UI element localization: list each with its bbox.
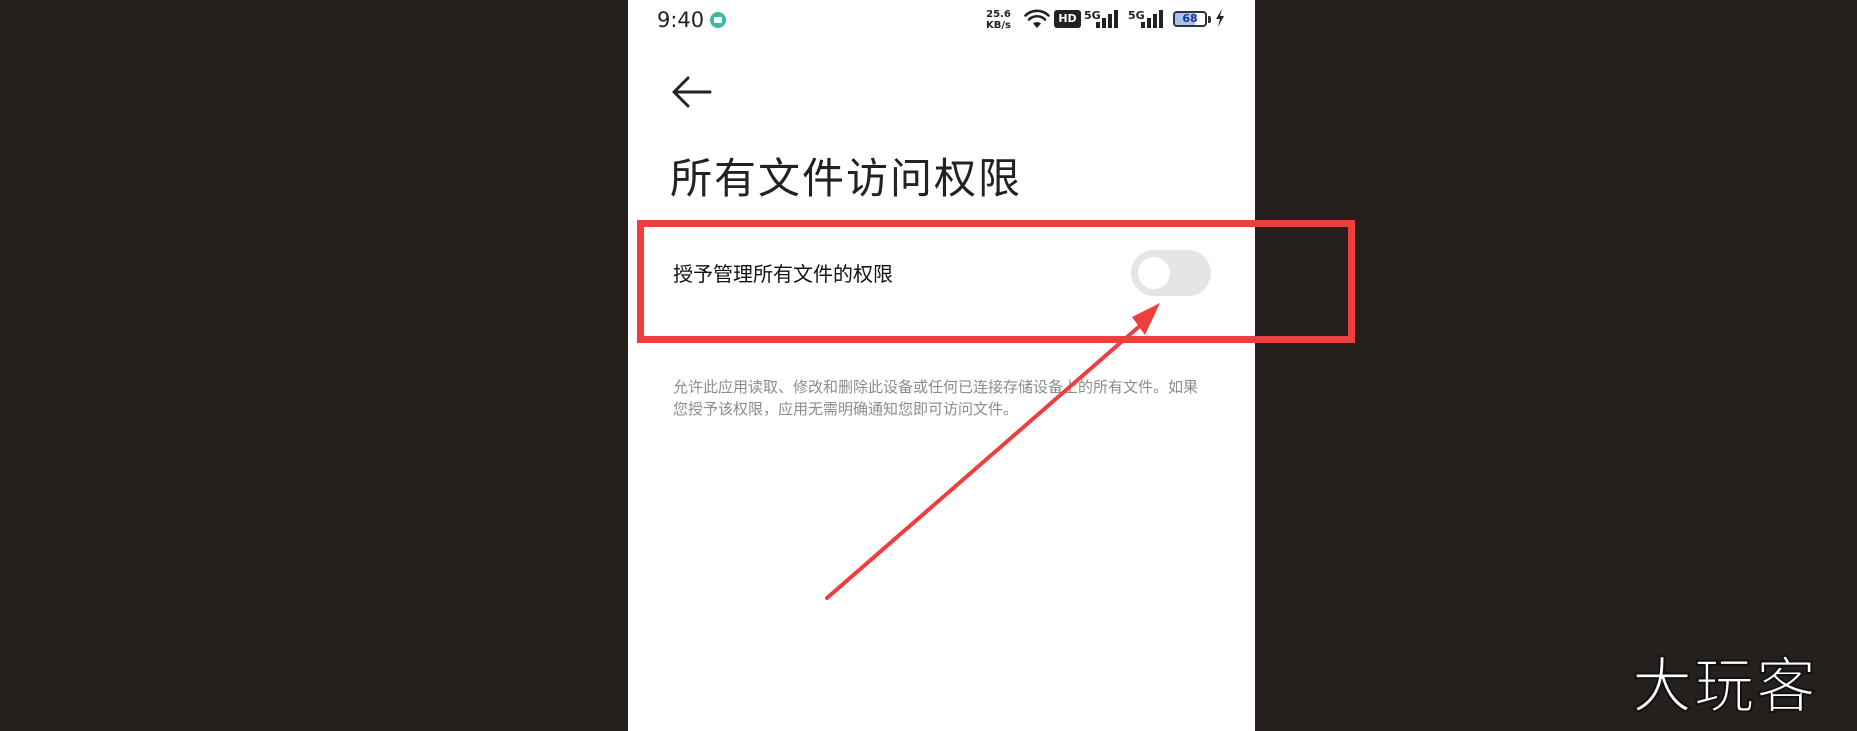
charging-icon — [1216, 9, 1224, 27]
setting-label: 授予管理所有文件的权限 — [673, 262, 893, 286]
arrow-left-icon — [672, 76, 712, 108]
signal-icon — [1096, 10, 1118, 28]
status-time: 9:40 — [657, 8, 705, 32]
page-title: 所有文件访问权限 — [670, 154, 1023, 203]
status-bar: 9:40 25.6 KB/s HD 5G 5G 68 — [628, 0, 1255, 40]
watermark-logo: 大玩客 — [1631, 651, 1818, 723]
toggle-knob — [1138, 257, 1170, 289]
phone-screen: 9:40 25.6 KB/s HD 5G 5G 68 所有文件访问权限 授予管理… — [628, 0, 1255, 731]
network-speed-value: 25.6 — [986, 9, 1011, 20]
hd-badge: HD — [1054, 10, 1081, 28]
back-button[interactable] — [670, 72, 714, 112]
wifi-icon — [1024, 9, 1050, 28]
network-speed-unit: KB/s — [986, 20, 1011, 31]
signal-icon — [1141, 10, 1163, 28]
battery-icon: 68 — [1173, 11, 1207, 27]
all-files-access-setting[interactable]: 授予管理所有文件的权限 — [628, 232, 1255, 312]
notification-icon — [710, 12, 726, 28]
battery-level: 68 — [1182, 12, 1198, 25]
permission-description: 允许此应用读取、修改和删除此设备或任何已连接存储设备上的所有文件。如果您授予该权… — [673, 378, 1199, 418]
battery-cap — [1208, 16, 1211, 23]
all-files-access-toggle[interactable] — [1131, 250, 1211, 296]
network-speed: 25.6 KB/s — [986, 9, 1011, 31]
